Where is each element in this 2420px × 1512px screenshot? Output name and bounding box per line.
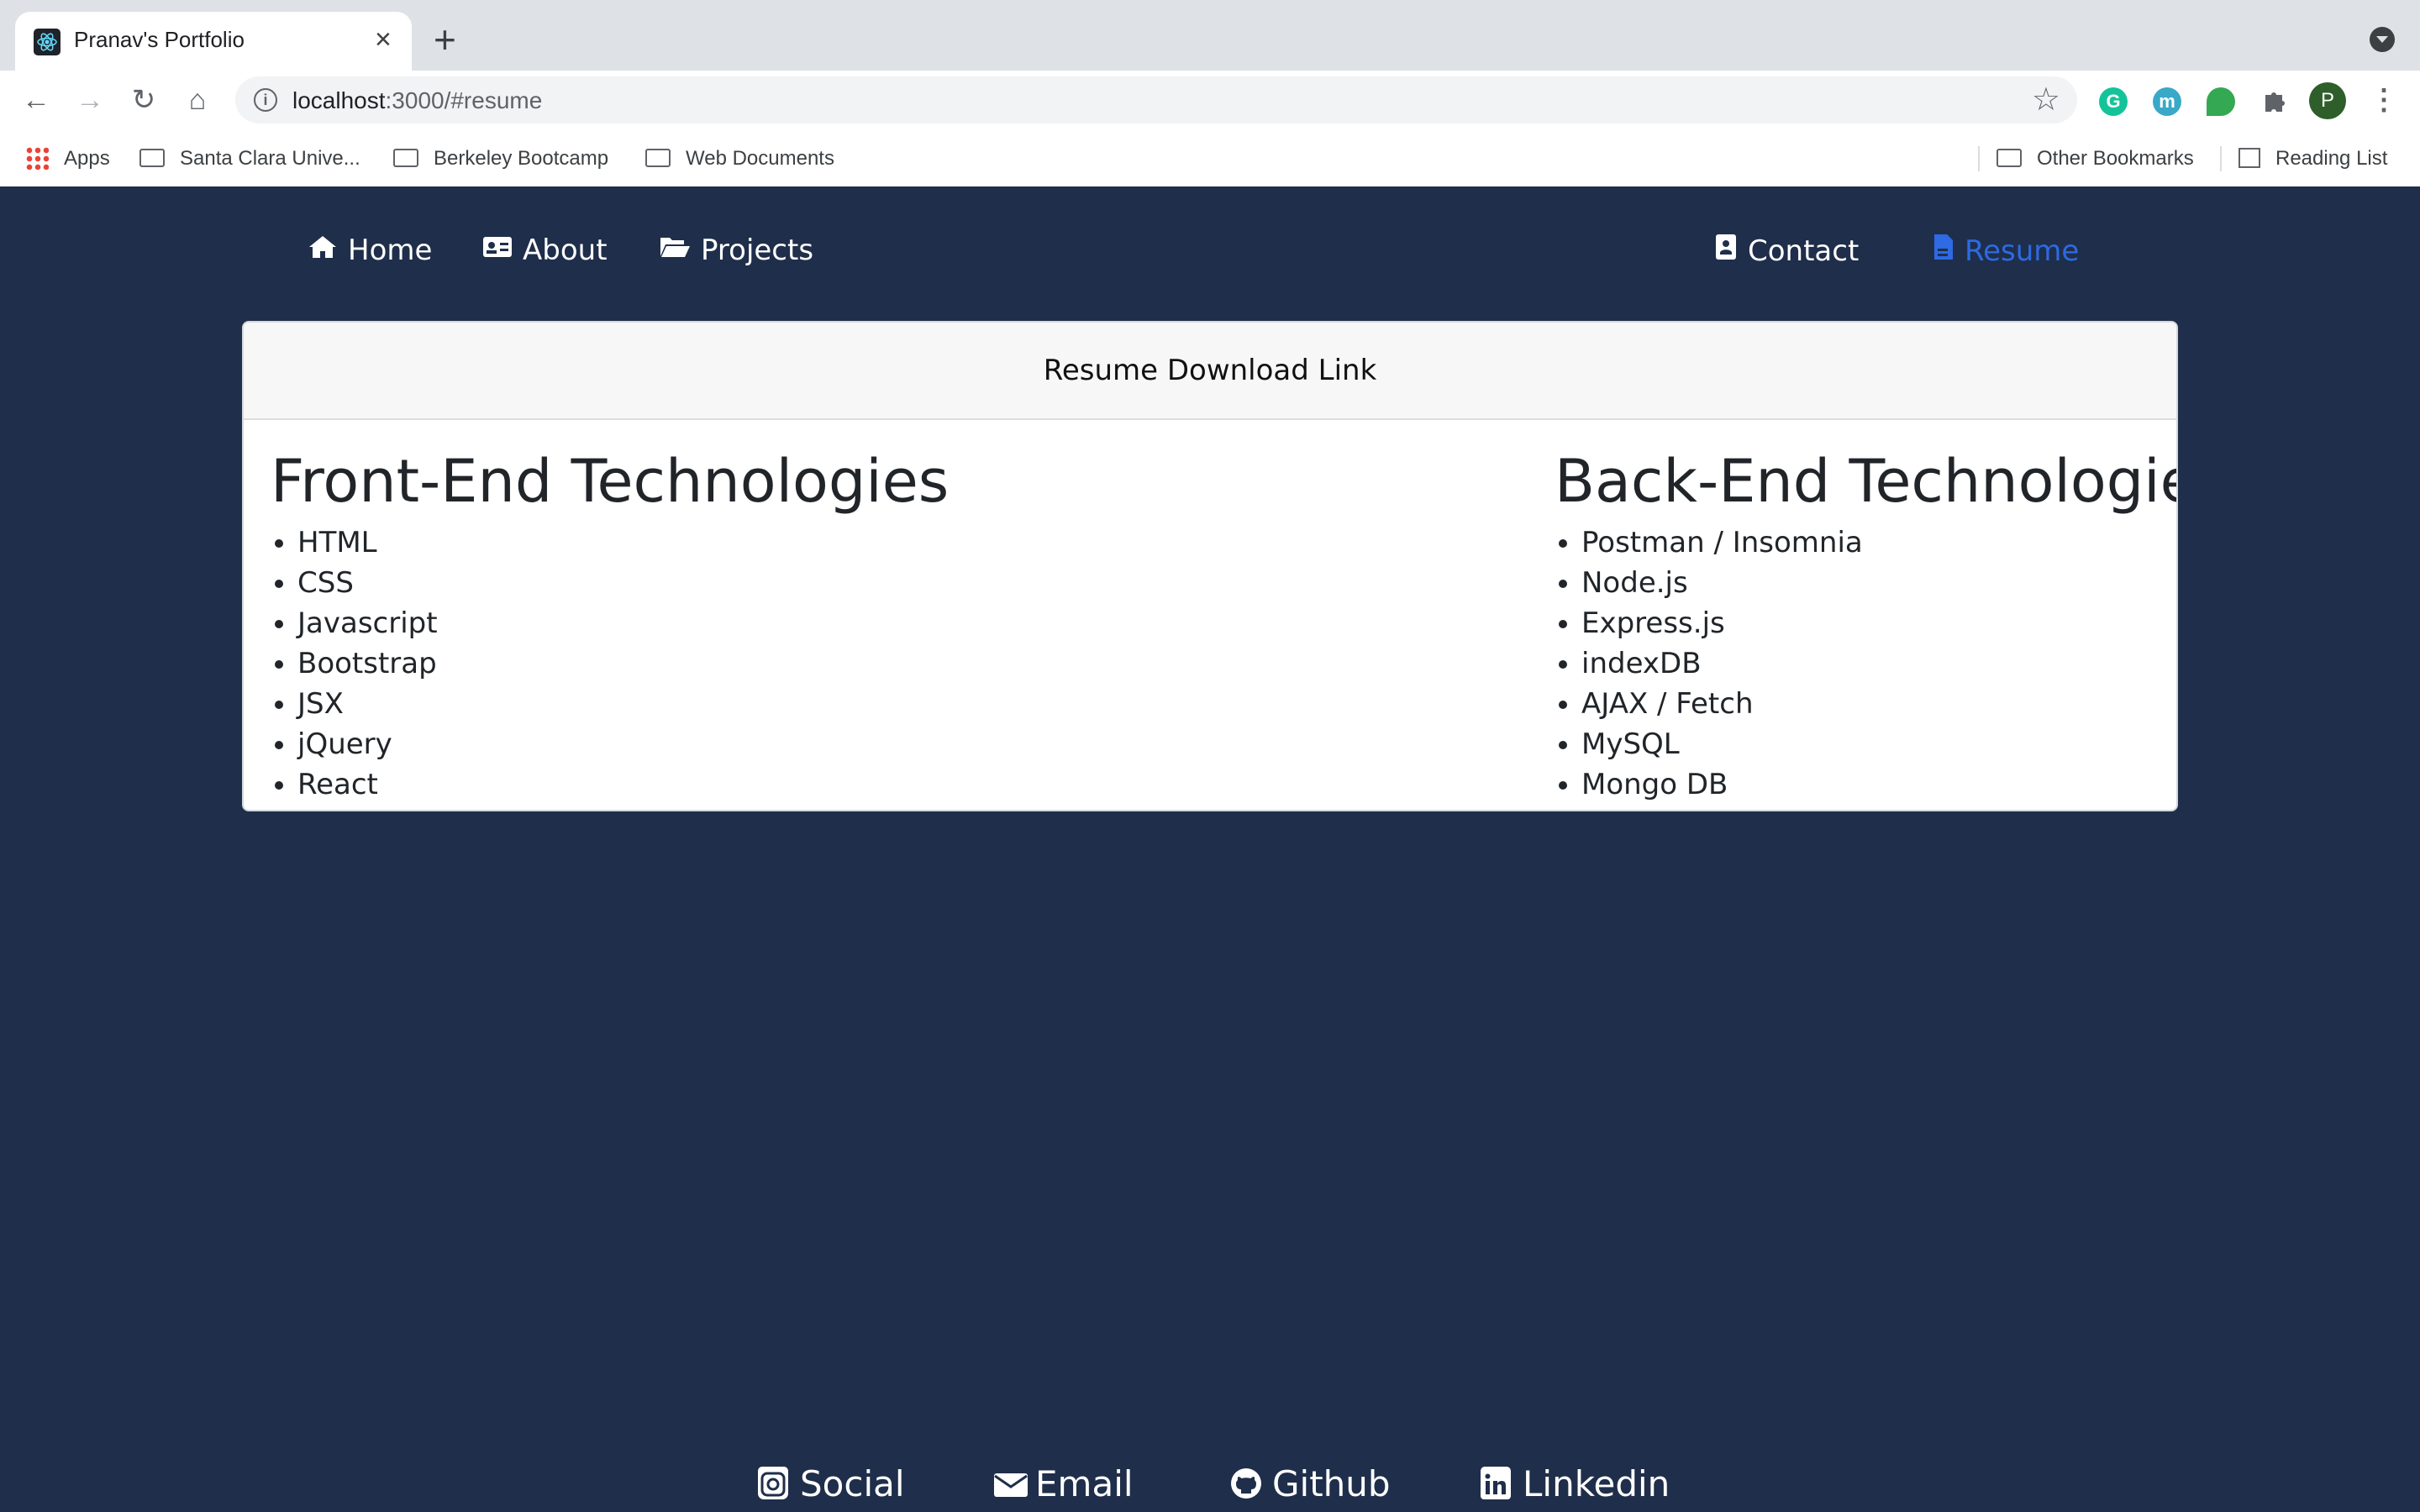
back-arrow-icon[interactable]: ← (17, 81, 55, 119)
bookmark-folder-berkeley[interactable]: Berkeley Bootcamp (393, 144, 608, 173)
bookmark-divider (1978, 146, 1980, 171)
browser-menu-icon[interactable]: ⋮ (2370, 81, 2398, 119)
nav-resume-link[interactable]: Resume (1933, 234, 2079, 268)
instagram-icon (758, 1467, 788, 1499)
resume-download-link[interactable]: Resume Download Link (244, 323, 2176, 420)
browser-tab[interactable]: Pranav's Portfolio × (15, 12, 412, 71)
footer-linkedin-link[interactable]: Linkedin (1481, 1463, 1670, 1504)
folder-icon (1996, 148, 2022, 167)
bookmark-label: Berkeley Bootcamp (434, 147, 609, 170)
address-book-icon (1714, 234, 1738, 267)
backend-item: Mongo DB (1581, 764, 1863, 805)
id-card-icon (482, 234, 513, 266)
nav-home-link[interactable]: Home (308, 234, 432, 267)
backend-list: Postman / Insomnia Node.js Express.js in… (1528, 522, 1863, 810)
bookmark-divider (2220, 146, 2222, 171)
portfolio-page: Home About Projects Contact Resume Resum… (0, 186, 2420, 1512)
backend-item: MySQL (1581, 724, 1863, 764)
folder-open-icon (659, 234, 691, 266)
browser-toolbar: ← → ↻ ⌂ i localhost:3000/#resume ☆ G m P… (0, 71, 2420, 129)
nav-projects-label: Projects (701, 234, 814, 267)
frontend-item: JSX (297, 684, 460, 724)
file-icon (1933, 234, 1954, 267)
reading-list-label: Reading List (2275, 147, 2388, 170)
backend-item: AJAX / Fetch (1581, 684, 1863, 724)
frontend-item: React (297, 764, 460, 805)
tab-search-icon[interactable] (2370, 27, 2395, 52)
linkedin-icon (1481, 1467, 1511, 1499)
nav-projects-link[interactable]: Projects (659, 234, 813, 267)
close-tab-icon[interactable]: × (375, 25, 392, 54)
tab-title: Pranav's Portfolio (74, 27, 245, 52)
bookmark-other-label: Other Bookmarks (2037, 147, 2194, 170)
grammarly-icon[interactable]: G (2099, 87, 2128, 116)
browser-tab-bar: Pranav's Portfolio × + (0, 0, 2420, 71)
footer-github-link[interactable]: Github (1230, 1463, 1391, 1504)
site-info-icon[interactable]: i (254, 88, 277, 112)
folder-icon (645, 148, 671, 167)
backend-item: Express.js (1581, 603, 1863, 643)
nav-contact-link[interactable]: Contact (1714, 234, 1859, 268)
nav-resume-label: Resume (1965, 234, 2080, 268)
frontend-list: HTML CSS Javascript Bootstrap JSX jQuery… (244, 522, 460, 810)
bookmark-label: Web Documents (686, 147, 834, 170)
frontend-item: Bootstrap (297, 643, 460, 684)
frontend-item: HTML (297, 522, 460, 563)
github-icon (1230, 1467, 1261, 1499)
bookmark-label: Santa Clara Unive... (180, 147, 360, 170)
nav-contact-label: Contact (1748, 234, 1860, 268)
puzzle-extensions-icon[interactable] (2255, 81, 2294, 119)
chat-extension-icon[interactable] (2207, 87, 2235, 116)
bookmark-other[interactable]: Other Bookmarks (1996, 144, 2194, 173)
bookmark-folder-web-documents[interactable]: Web Documents (645, 144, 834, 173)
frontend-item: CSS (297, 563, 460, 603)
backend-item: Postman / Insomnia (1581, 522, 1863, 563)
new-tab-button[interactable]: + (434, 20, 456, 59)
bookmark-folder-santa-clara[interactable]: Santa Clara Unive... (139, 144, 360, 173)
nav-home-label: Home (348, 234, 433, 267)
footer-social-label: Social (800, 1463, 905, 1504)
m-extension-icon[interactable]: m (2153, 87, 2181, 116)
footer-email-label: Email (1035, 1463, 1134, 1504)
frontend-item: jQuery (297, 724, 460, 764)
footer-github-label: Github (1272, 1463, 1391, 1504)
url-host: localhost (292, 87, 386, 113)
footer-social-link[interactable]: Social (758, 1463, 905, 1504)
frontend-title: Front-End Technologies (271, 447, 950, 516)
forward-arrow-icon[interactable]: → (71, 81, 109, 119)
address-bar[interactable]: i localhost:3000/#resume ☆ (235, 76, 2077, 123)
bookmark-apps-label: Apps (64, 147, 110, 170)
url-path: :3000/#resume (385, 87, 543, 113)
frontend-item: Handlebars (297, 805, 460, 810)
react-favicon-icon (34, 29, 60, 55)
house-icon (308, 234, 338, 266)
bookmark-apps[interactable]: Apps (25, 144, 110, 173)
backend-title: Back-End Technologies (1555, 447, 2178, 516)
backend-item: Mongoose ODM (1581, 805, 1863, 810)
nav-about-link[interactable]: About (482, 234, 608, 267)
profile-avatar[interactable]: P (2309, 82, 2346, 119)
reading-list-button[interactable]: Reading List (2238, 144, 2387, 173)
folder-icon (393, 148, 418, 167)
envelope-icon (993, 1467, 1028, 1497)
backend-item: indexDB (1581, 643, 1863, 684)
folder-icon (139, 148, 165, 167)
home-icon[interactable]: ⌂ (178, 81, 217, 119)
apps-grid-icon (25, 145, 49, 170)
bookmark-star-icon[interactable]: ☆ (2032, 81, 2060, 118)
backend-item: Node.js (1581, 563, 1863, 603)
bookmarks-bar: Apps Santa Clara Unive... Berkeley Bootc… (0, 129, 2420, 188)
nav-about-label: About (523, 234, 608, 267)
footer-email-link[interactable]: Email (993, 1463, 1134, 1504)
frontend-item: Javascript (297, 603, 460, 643)
footer-linkedin-label: Linkedin (1523, 1463, 1670, 1504)
url-text: localhost:3000/#resume (292, 87, 542, 114)
reading-list-icon (2238, 147, 2260, 168)
resume-card: Resume Download Link Front-End Technolog… (242, 321, 2178, 811)
reload-icon[interactable]: ↻ (124, 81, 163, 119)
